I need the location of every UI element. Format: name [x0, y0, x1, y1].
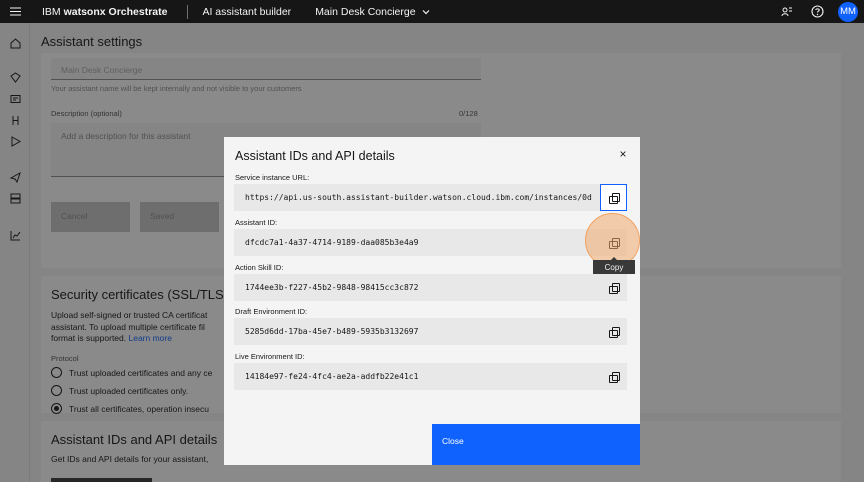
modal-title: Assistant IDs and API details	[235, 149, 395, 163]
live-environment-id-field: 14184e97-fe24-4fc4-ae2a-addfb22e41c1	[234, 363, 627, 390]
help-icon[interactable]	[802, 0, 832, 23]
header-divider	[187, 4, 189, 19]
assistant-selector-label: Main Desk Concierge	[315, 5, 416, 18]
live-environment-id-label: Live Environment ID:	[235, 352, 305, 361]
assistant-id-value: dfcdc7a1-4a37-4714-9189-daa085b3e4a9	[245, 238, 419, 247]
copy-icon	[609, 283, 620, 294]
copy-draft-environment-id-button[interactable]	[600, 318, 627, 345]
assistant-selector[interactable]: Main Desk Concierge	[315, 5, 430, 18]
action-skill-id-label: Action Skill ID:	[235, 263, 284, 272]
product-brand[interactable]: IBM watsonx Orchestrate	[42, 6, 167, 18]
close-button[interactable]: Close	[432, 424, 640, 465]
copy-icon	[609, 327, 620, 338]
assistant-id-field: dfcdc7a1-4a37-4714-9189-daa085b3e4a9	[234, 229, 627, 256]
action-skill-id-field: 1744ee3b-f227-45b2-9848-98415cc3c872	[234, 274, 627, 301]
draft-environment-id-value: 5285d6dd-17ba-45e7-b489-5935b3132697	[245, 327, 419, 336]
live-environment-id-value: 14184e97-fe24-4fc4-ae2a-addfb22e41c1	[245, 372, 419, 381]
service-url-field: https://api.us-south.assistant-builder.w…	[234, 184, 627, 211]
brand-name: watsonx Orchestrate	[63, 5, 168, 18]
copy-icon	[609, 372, 620, 383]
top-header: IBM watsonx Orchestrate AI assistant bui…	[0, 0, 864, 23]
assistant-ids-modal: Assistant IDs and API details × Service …	[224, 137, 640, 465]
copy-tooltip: Copy	[593, 257, 635, 274]
close-icon[interactable]: ×	[616, 147, 630, 161]
copy-service-url-button[interactable]	[600, 184, 627, 211]
service-url-value: https://api.us-south.assistant-builder.w…	[245, 193, 592, 202]
copy-live-environment-id-button[interactable]	[600, 363, 627, 390]
copy-action-skill-id-button[interactable]	[600, 274, 627, 301]
action-skill-id-value: 1744ee3b-f227-45b2-9848-98415cc3c872	[245, 283, 419, 292]
service-url-label: Service instance URL:	[235, 173, 310, 182]
assistant-id-label: Assistant ID:	[235, 218, 278, 227]
draft-environment-id-field: 5285d6dd-17ba-45e7-b489-5935b3132697	[234, 318, 627, 345]
menu-icon[interactable]	[0, 10, 30, 13]
brand-prefix: IBM	[42, 5, 61, 18]
user-switch-icon[interactable]	[772, 0, 802, 23]
nav-link-assistant-builder[interactable]: AI assistant builder	[202, 6, 291, 18]
copy-icon	[609, 193, 620, 204]
avatar[interactable]: MM	[838, 1, 858, 22]
chevron-down-icon	[422, 9, 430, 14]
draft-environment-id-label: Draft Environment ID:	[235, 307, 308, 316]
